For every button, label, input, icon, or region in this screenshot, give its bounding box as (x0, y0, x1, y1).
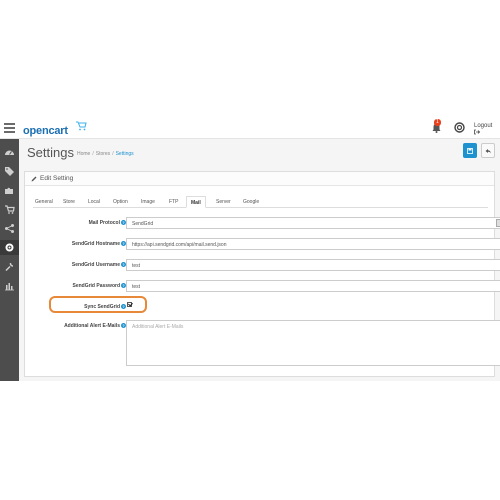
top-header: opencart 1 Logout (0, 117, 500, 139)
panel-heading: Edit Setting (25, 172, 494, 186)
sign-out-icon (474, 129, 481, 135)
tab-server[interactable]: Server (216, 196, 231, 208)
tab-local[interactable]: Local (88, 196, 100, 208)
tab-store[interactable]: Store (63, 196, 75, 208)
chevron-down-icon (496, 219, 500, 227)
alert-count-badge: 1 (434, 119, 441, 126)
sendgrid-password-input[interactable]: test (126, 280, 500, 292)
menu-toggle-icon[interactable] (4, 123, 15, 133)
additional-emails-label: Additional Alert E-Mails? (64, 323, 126, 329)
breadcrumb-stores[interactable]: Stores (96, 151, 110, 157)
save-icon (467, 147, 473, 154)
tab-image[interactable]: Image (141, 196, 155, 208)
bar-chart-icon[interactable] (4, 280, 15, 291)
cart-icon[interactable] (4, 204, 15, 215)
logo-cart-icon (76, 121, 87, 131)
logo-text: opencart (23, 125, 68, 137)
sendgrid-username-input[interactable]: test (126, 259, 500, 271)
breadcrumb-home[interactable]: Home (77, 151, 90, 157)
mail-protocol-value: SendGrid (132, 221, 154, 227)
page-title: Settings (27, 145, 74, 160)
tag-icon[interactable] (4, 166, 15, 177)
tab-mail[interactable]: Mail (186, 196, 206, 208)
opencart-logo[interactable]: opencart (23, 121, 87, 137)
puzzle-icon[interactable] (4, 185, 15, 196)
app-window: opencart 1 Logout Settings Home / Stores / S… (0, 117, 500, 381)
tab-option[interactable]: Option (113, 196, 128, 208)
cog-icon[interactable] (0, 240, 19, 255)
wrench-icon[interactable] (4, 261, 15, 272)
dashboard-icon[interactable] (4, 147, 15, 158)
sendgrid-hostname-label: SendGrid Hostname? (71, 241, 126, 247)
sendgrid-username-label: SendGrid Username? (71, 262, 126, 268)
breadcrumb-settings[interactable]: Settings (116, 151, 134, 157)
breadcrumb: Home / Stores / Settings (77, 151, 134, 157)
settings-tabs: General Store Local Option Image FTP Mai… (33, 196, 488, 208)
cancel-button[interactable] (481, 143, 495, 158)
pencil-icon (31, 176, 37, 182)
save-button[interactable] (463, 143, 477, 158)
sync-sendgrid-highlight (49, 296, 147, 313)
edit-setting-panel: Edit Setting General Store Local Option … (24, 171, 500, 377)
additional-emails-textarea[interactable]: Additional Alert E-Mails (126, 320, 500, 366)
mail-protocol-label: Mail Protocol? (88, 220, 126, 226)
logout-link[interactable]: Logout (474, 123, 500, 136)
main-content: Settings Home / Stores / Settings Edit Setti… (19, 139, 500, 381)
notifications-button[interactable]: 1 (430, 119, 444, 134)
life-ring-icon[interactable] (454, 122, 465, 133)
share-icon[interactable] (4, 223, 15, 234)
sendgrid-password-label: SendGrid Password? (72, 283, 126, 289)
reply-icon (485, 148, 491, 153)
mail-protocol-select[interactable]: SendGrid (126, 217, 500, 229)
sidebar-nav (0, 139, 19, 381)
tab-google[interactable]: Google (243, 196, 259, 208)
tab-general[interactable]: General (35, 196, 53, 208)
panel-title: Edit Setting (40, 175, 74, 182)
tab-ftp[interactable]: FTP (169, 196, 178, 208)
sendgrid-hostname-input[interactable]: https://api.sendgrid.com/api/mail.send.j… (126, 238, 500, 250)
